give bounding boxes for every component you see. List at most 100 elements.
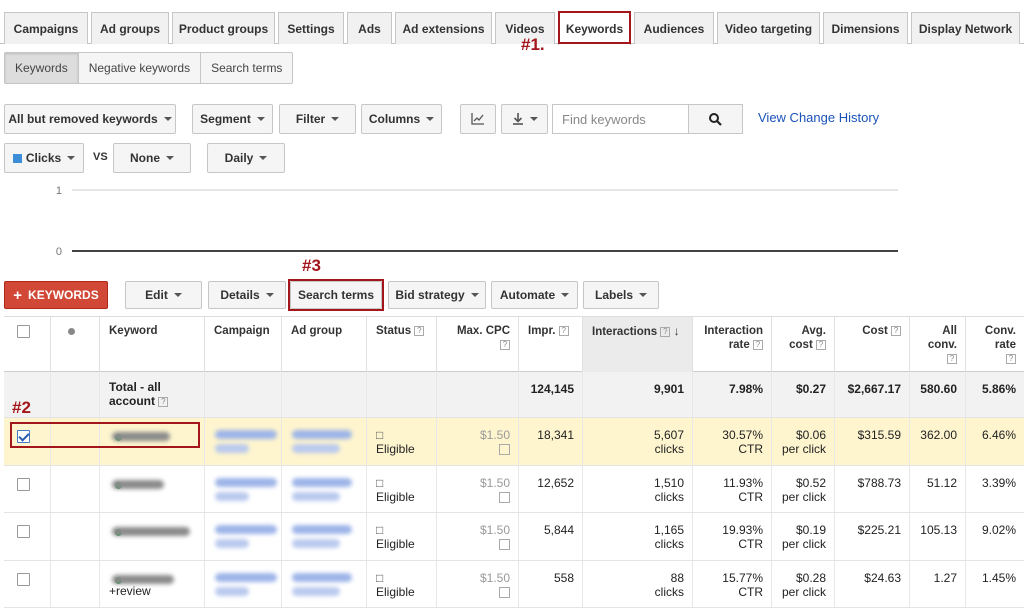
tab-ads[interactable]: Ads [347,12,392,44]
row-interactions-unit: clicks [654,490,684,504]
header-ad-group[interactable]: Ad group [281,317,366,372]
search-button[interactable] [688,104,743,134]
bid-chart-icon[interactable] [499,587,510,598]
bid-chart-icon[interactable] [499,444,510,455]
subtab-keywords[interactable]: Keywords [5,53,79,83]
speech-bubble-icon[interactable]: □ [376,571,383,585]
header-avg-cost[interactable]: Avg. cost ? [771,317,834,372]
metric-dropdown[interactable]: Clicks [4,143,84,173]
tab-ad-groups[interactable]: Ad groups [91,12,169,44]
help-icon[interactable]: ? [414,325,425,336]
help-icon[interactable]: ? [660,326,671,337]
row-status-dot-cell [50,513,122,560]
header-max-cpc[interactable]: Max. CPC? [436,317,518,372]
bid-chart-icon[interactable] [499,539,510,550]
row-interactions-unit: clicks [654,537,684,551]
row-rate-unit: CTR [738,442,763,456]
header-conv-rate[interactable]: Conv. rate? [965,317,1024,372]
subtab-negative-keywords[interactable]: Negative keywords [79,53,202,83]
subtab-search-terms[interactable]: Search terms [201,53,292,83]
filter-view-label: All but removed keywords [8,112,158,126]
labels-dropdown[interactable]: Labels [583,281,659,309]
tab-campaigns[interactable]: Campaigns [4,12,88,44]
help-icon[interactable]: ? [753,339,763,350]
find-keywords-input[interactable] [552,104,688,134]
help-icon[interactable]: ? [891,325,901,336]
tab-audiences[interactable]: Audiences [634,12,714,44]
header-interactions[interactable]: Interactions ? ↓ [582,317,692,372]
tab-product-groups[interactable]: Product groups [172,12,275,44]
segment-dropdown[interactable]: Segment [192,104,273,134]
highlight-search-terms [288,279,384,311]
tab-ad-extensions[interactable]: Ad extensions [395,12,492,44]
speech-bubble-icon[interactable]: □ [376,523,383,537]
view-change-history-link[interactable]: View Change History [758,110,879,125]
row-checkbox[interactable] [17,478,30,491]
row-campaign-link[interactable] [204,561,281,607]
help-icon[interactable]: ? [558,325,569,336]
row-ad-group-link[interactable] [281,418,366,465]
row-max-cpc[interactable]: $1.50 [480,523,510,537]
row-impr: 5,844 [543,523,574,537]
row-campaign-link[interactable] [204,466,281,512]
speech-bubble-icon[interactable]: □ [376,428,383,442]
labels-label: Labels [594,288,633,302]
filter-view-dropdown[interactable]: All but removed keywords [4,104,176,134]
tab-video-targeting[interactable]: Video targeting [717,12,820,44]
chart-toggle-button[interactable] [460,104,496,134]
tab-settings[interactable]: Settings [278,12,344,44]
header-interaction-rate-label-2: rate [728,339,750,351]
row-keyword[interactable] [99,466,204,512]
tab-display-network[interactable]: Display Network [911,12,1020,44]
period-dropdown[interactable]: Daily [207,143,285,173]
bid-strategy-dropdown[interactable]: Bid strategy [388,281,486,309]
row-keyword[interactable]: +review [99,561,204,607]
edit-dropdown[interactable]: Edit [125,281,202,309]
row-max-cpc[interactable]: $1.50 [480,476,510,490]
header-all-conv[interactable]: All conv.? [909,317,965,372]
download-dropdown[interactable] [501,104,548,134]
add-keywords-button[interactable]: + KEYWORDS [4,281,108,309]
row-max-cpc[interactable]: $1.50 [480,428,510,442]
help-icon[interactable]: ? [500,339,510,350]
header-campaign[interactable]: Campaign [204,317,281,372]
row-checkbox[interactable] [17,525,30,538]
help-icon[interactable]: ? [158,396,169,407]
tab-dimensions[interactable]: Dimensions [823,12,908,44]
row-ad-group-link[interactable] [281,513,366,560]
row-select-cell [4,561,50,607]
row-interaction-rate: 15.77% [722,571,763,585]
bid-chart-icon[interactable] [499,492,510,503]
redacted-keyword [112,480,164,489]
help-icon[interactable]: ? [1006,353,1016,364]
compare-metric-dropdown[interactable]: None [113,143,191,173]
highlight-selected-keyword [10,422,200,448]
row-interaction-rate: 11.93% [723,476,763,490]
row-keyword[interactable] [99,513,204,560]
header-cost[interactable]: Cost ? [834,317,909,372]
row-campaign-link[interactable] [204,513,281,560]
help-icon[interactable]: ? [816,339,826,350]
details-dropdown[interactable]: Details [208,281,286,309]
row-ad-group-link[interactable] [281,561,366,607]
header-all-conv-label-2: conv. [927,339,957,351]
row-conv-rate-cell: 6.46% [965,418,1024,465]
row-ad-group-link[interactable] [281,466,366,512]
automate-dropdown[interactable]: Automate [491,281,578,309]
header-interaction-rate[interactable]: Interaction rate ? [692,317,771,372]
row-interaction-rate-cell: 30.57% CTR [692,418,771,465]
columns-dropdown[interactable]: Columns [361,104,442,134]
row-campaign-link[interactable] [204,418,281,465]
header-status[interactable]: Status ? [366,317,436,372]
header-keyword[interactable]: Keyword [99,317,204,372]
help-icon[interactable]: ? [947,353,957,364]
row-checkbox[interactable] [17,573,30,586]
row-impr: 18,341 [537,428,574,442]
speech-bubble-icon[interactable]: □ [376,476,383,490]
row-cost-cell: $24.63 [834,561,909,607]
row-cost: $24.63 [864,571,901,585]
select-all-checkbox[interactable] [17,325,30,338]
filter-dropdown[interactable]: Filter [279,104,356,134]
header-impr[interactable]: Impr. ? [518,317,582,372]
row-max-cpc[interactable]: $1.50 [480,571,510,585]
